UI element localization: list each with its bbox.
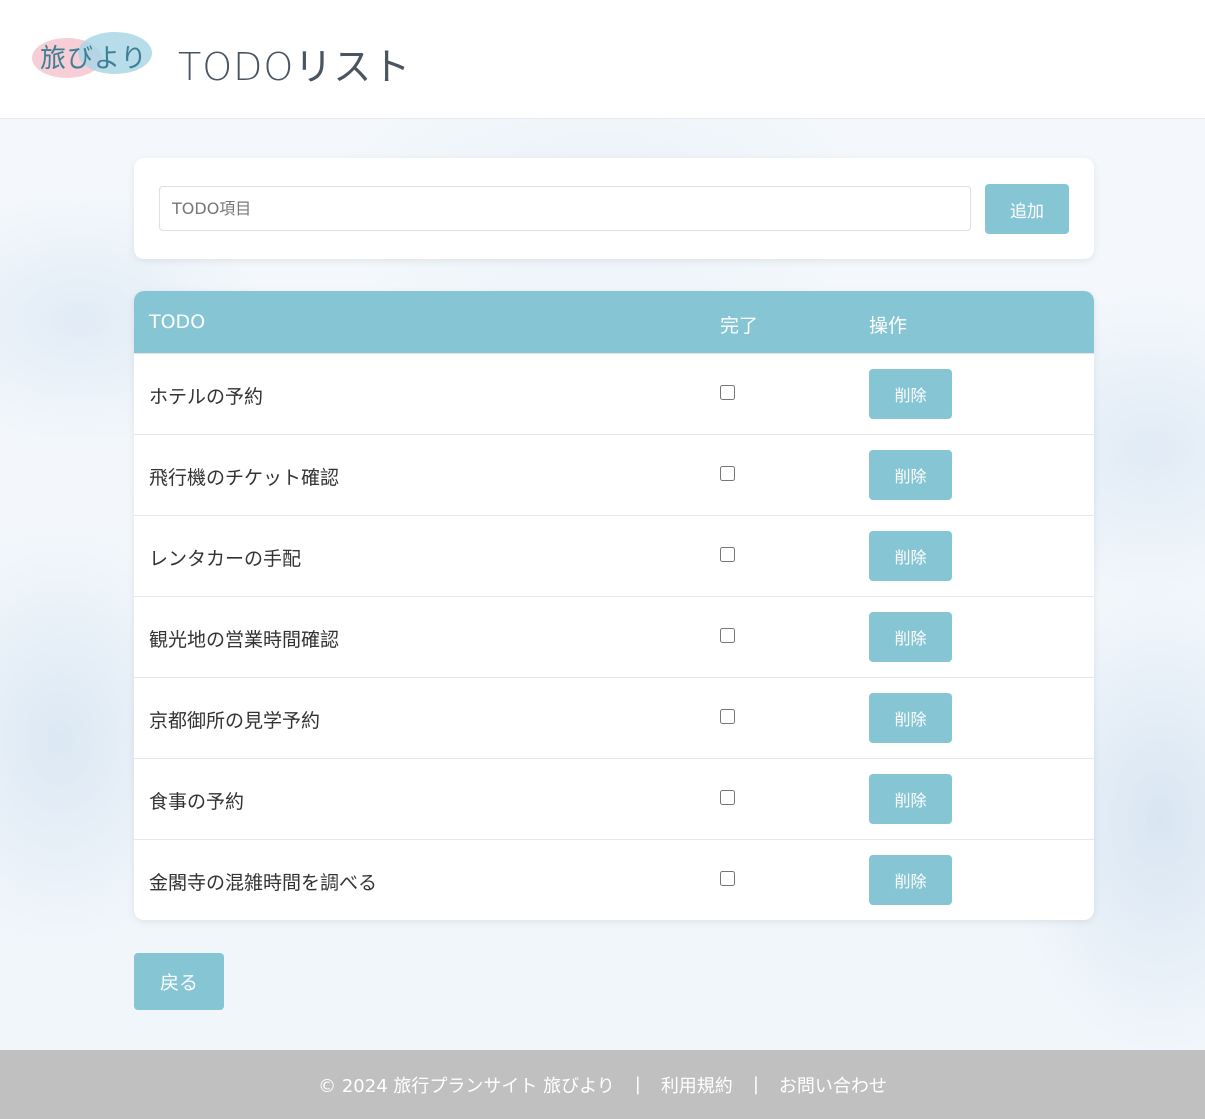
todo-text: ホテルの予約 xyxy=(149,386,264,408)
footer-link-contact[interactable]: お問い合わせ xyxy=(779,1072,887,1098)
footer-copyright: © 2024 旅行プランサイト 旅びより xyxy=(318,1075,615,1097)
footer-link-terms[interactable]: 利用規約 xyxy=(661,1072,733,1098)
table-row: 金閣寺の混雑時間を調べる 削除 xyxy=(134,839,1094,920)
done-checkbox[interactable] xyxy=(720,628,735,643)
delete-button[interactable]: 削除 xyxy=(869,531,952,581)
todo-text: 観光地の営業時間確認 xyxy=(149,629,340,651)
todo-table: TODO 完了 操作 ホテルの予約 削除 飛行機のチケット確認 削除 レンタカー… xyxy=(134,291,1094,920)
done-checkbox[interactable] xyxy=(720,709,735,724)
todo-text: 京都御所の見学予約 xyxy=(149,710,321,732)
column-header-actions: 操作 xyxy=(869,315,908,337)
column-header-todo: TODO xyxy=(149,311,206,333)
site-footer: © 2024 旅行プランサイト 旅びより | 利用規約 | お問い合わせ xyxy=(0,1050,1205,1119)
footer-separator: | xyxy=(752,1074,759,1095)
delete-button[interactable]: 削除 xyxy=(869,855,952,905)
table-row: 京都御所の見学予約 削除 xyxy=(134,677,1094,758)
done-checkbox[interactable] xyxy=(720,385,735,400)
column-header-done: 完了 xyxy=(720,315,759,337)
delete-button[interactable]: 削除 xyxy=(869,369,952,419)
table-row: レンタカーの手配 削除 xyxy=(134,515,1094,596)
done-checkbox[interactable] xyxy=(720,547,735,562)
delete-button[interactable]: 削除 xyxy=(869,774,952,824)
add-button[interactable]: 追加 xyxy=(985,184,1069,234)
logo[interactable]: 旅びより xyxy=(30,30,154,84)
delete-button[interactable]: 削除 xyxy=(869,450,952,500)
table-header: TODO 完了 操作 xyxy=(134,291,1094,353)
logo-text: 旅びより xyxy=(40,44,148,74)
todo-input[interactable] xyxy=(159,186,971,231)
todo-text: 食事の予約 xyxy=(149,791,245,813)
table-row: 観光地の営業時間確認 削除 xyxy=(134,596,1094,677)
table-row: ホテルの予約 削除 xyxy=(134,353,1094,434)
footer-separator: | xyxy=(634,1074,641,1095)
todo-text: 金閣寺の混雑時間を調べる xyxy=(149,872,378,894)
table-row: 食事の予約 削除 xyxy=(134,758,1094,839)
table-row: 飛行機のチケット確認 削除 xyxy=(134,434,1094,515)
done-checkbox[interactable] xyxy=(720,790,735,805)
delete-button[interactable]: 削除 xyxy=(869,612,952,662)
add-todo-card: 追加 xyxy=(134,158,1094,259)
back-button[interactable]: 戻る xyxy=(134,953,224,1010)
done-checkbox[interactable] xyxy=(720,466,735,481)
site-header: 旅びより TODOリスト xyxy=(0,0,1205,119)
page-title: TODOリスト xyxy=(178,45,412,89)
done-checkbox[interactable] xyxy=(720,871,735,886)
todo-text: 飛行機のチケット確認 xyxy=(149,467,340,489)
delete-button[interactable]: 削除 xyxy=(869,693,952,743)
todo-text: レンタカーの手配 xyxy=(149,548,302,570)
